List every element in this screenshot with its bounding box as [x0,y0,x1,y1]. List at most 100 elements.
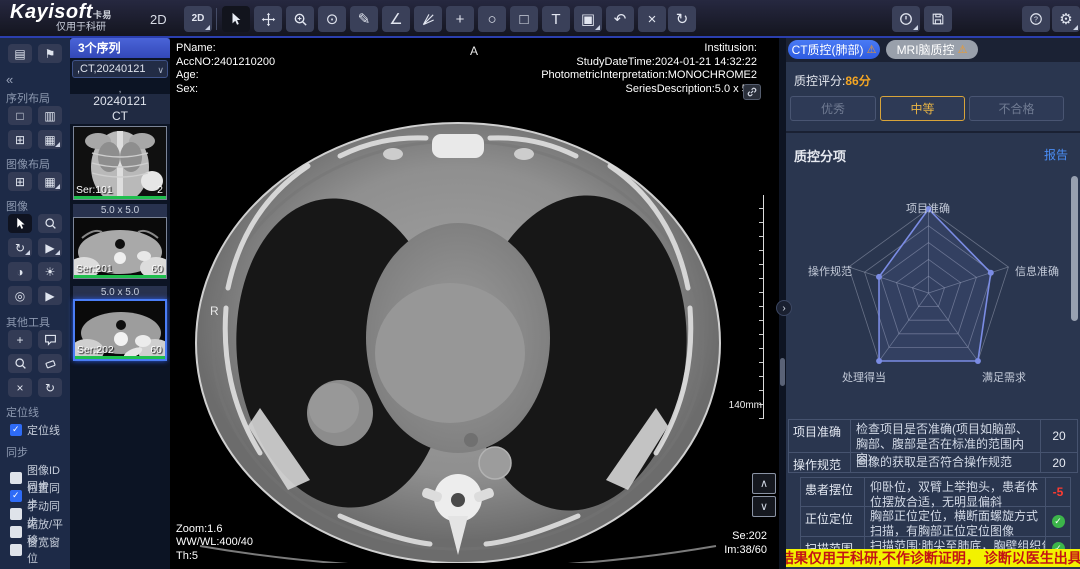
scale-ruler-label: 140mm [729,400,762,411]
patient-info-overlay: PName: AccNO:2401210200 Age: Sex: [176,42,275,96]
close-icon: × [16,381,23,395]
checkbox-box [10,424,22,436]
dropdown-corner [913,25,918,30]
study-group-header[interactable]: 20240121CT [70,94,170,124]
layout-1x2-button[interactable]: ▥ [38,106,62,125]
section-image: 图像 [6,198,28,214]
series-number: Ser:101 [76,184,113,196]
qc-subitem-name: 患者摆位 [801,478,865,506]
magnify-glass-tool-button[interactable] [8,354,32,373]
series-thumbnail-201[interactable]: 5.0 x 5.0 Ser:201 60 [73,204,167,279]
brightness-tool-button[interactable]: ☀ [38,262,62,281]
study-select[interactable]: ,CT,20240121∨ [72,60,168,78]
ct-axial-image[interactable] [190,108,725,563]
tab-ct-lung-qc[interactable]: CT质控(肺部)⚠ [788,40,880,59]
report-link[interactable]: 报告 [1044,146,1068,163]
2d-view-button[interactable]: 2D [184,6,212,32]
layout-3x3-icon: ▦ [44,133,55,147]
help-button[interactable]: ? [1022,6,1050,32]
qc-item-desc: 图像的获取是否符合操作规范 [851,453,1041,472]
chevron-down-icon: ∨ [760,500,768,513]
settings-button[interactable]: ⚙ [1052,6,1080,32]
dropdown-corner [25,250,30,255]
qc-scrollbar-thumb[interactable] [1071,176,1078,321]
series-thumbnail-202-selected[interactable]: 5.0 x 5.0 Ser:202 60 [73,286,167,361]
list-panel-icon: ▤ [14,47,25,61]
crosshair-tool-button[interactable]: + [8,330,32,349]
undo-button[interactable]: ↶ [606,6,634,32]
magnify-tool-button[interactable] [38,214,62,233]
layout-1x1-button[interactable]: □ [8,106,32,125]
reset-icon: ↻ [45,381,55,395]
wl-preset-button[interactable]: ▣ [574,6,602,32]
delete-tool-button[interactable]: × [8,378,32,397]
grade-excellent-button[interactable]: 优秀 [790,96,876,121]
scroll-up-button[interactable]: ∧ [752,473,776,494]
scroll-down-button[interactable]: ∨ [752,496,776,517]
layout-2x2-button[interactable]: ⊞ [8,130,32,149]
window-level-tool-button[interactable]: ⊙ [318,6,346,32]
cine-tool-button[interactable]: ▶ [38,238,62,257]
rotate-flip-tool-button[interactable]: ↻ [8,238,32,257]
reset-tool-button[interactable]: ↻ [38,378,62,397]
play-tool-button[interactable]: ▶ [38,286,62,305]
save-button[interactable] [924,6,952,32]
logo-text: Kayisoft卡易 [10,1,112,23]
qc-item-desc: 检查项目是否准确(项目如脑部、胸部、腹部是否在标准的范围内容) [851,420,1041,452]
section-other-tools: 其他工具 [6,314,50,330]
delete-annotation-button[interactable]: × [638,6,666,32]
annotation-tool-button[interactable] [38,330,62,349]
link-series-button[interactable] [743,84,761,100]
qc-subitem-desc: 胸部正位定位，横断面螺旋方式扫描，有胸部正位定位图像 [865,507,1046,536]
img-layout-2x2-button[interactable]: ⊞ [8,172,32,191]
about-button[interactable] [892,6,920,32]
image-viewport[interactable]: PName: AccNO:2401210200 Age: Sex: Instit… [170,38,779,569]
tab-mri-brain-qc[interactable]: MRI脑质控⚠ [886,40,978,59]
layout-3x3-button[interactable]: ▦ [38,130,62,149]
eraser-tool-button[interactable] [38,354,62,373]
flag-panel-button[interactable]: ⚑ [38,44,62,63]
qc-item-name: 操作规范 [789,453,851,472]
zoom-in-tool-button[interactable] [286,6,314,32]
thumbnail-image: Ser:201 60 [73,217,167,279]
probe-tool-button[interactable]: + [446,6,474,32]
target-tool-button[interactable]: ◎ [8,286,32,305]
section-image-layout: 图像布局 [6,156,50,172]
dropdown-corner [1073,25,1078,30]
grade-medium-button[interactable]: 中等 [880,96,965,121]
sync-window-checkbox[interactable]: 窗宽窗位 [10,534,70,566]
collapse-panel-handle[interactable]: › [776,300,792,316]
slice-thickness: Th:5 [176,550,253,564]
qc-item-score: 20 [1041,420,1077,452]
qc-score: 质控评分:86分 [794,72,871,89]
grade-fail-button[interactable]: 不合格 [969,96,1064,121]
thumbnail-image: Ser:101 2 [73,126,167,200]
invert-tool-button[interactable]: ◑ [8,262,32,281]
ellipse-roi-tool-button[interactable]: ○ [478,6,506,32]
cursor-tool-button[interactable] [222,6,250,32]
length-measure-tool-button[interactable]: ✎ [350,6,378,32]
text-annotation-tool-button[interactable]: T [542,6,570,32]
reset-button[interactable]: ↻ [668,6,696,32]
study-datetime: StudyDateTime:2024-01-21 14:32:22 [541,56,757,70]
cobb-angle-tool-button[interactable] [414,6,442,32]
table-row: 正位定位 胸部正位定位，横断面螺旋方式扫描，有胸部正位定位图像 ✓ [800,507,1071,537]
image-scrollbar-thumb[interactable] [780,358,785,386]
logo-cn-text: 卡易 [93,10,112,20]
qc-radar-chart [831,193,1026,388]
select-tool-button[interactable] [8,214,32,233]
series-thumbnail-101[interactable]: Ser:101 2 [73,126,167,200]
rectangle-roi-tool-button[interactable]: □ [510,6,538,32]
series-list-panel-button[interactable]: ▤ [8,44,32,63]
save-icon [931,12,945,26]
pan-tool-button[interactable] [254,6,282,32]
locator-line-checkbox[interactable]: 定位线 [10,422,60,438]
study-info-overlay: Institusion: StudyDateTime:2024-01-21 14… [541,42,757,96]
layout-1x2-icon: ▥ [44,109,55,123]
collapse-sidebar-button[interactable]: « [6,72,13,87]
close-icon: × [648,12,657,27]
dropdown-corner [55,142,60,147]
angle-tool-button[interactable]: ∠ [382,6,410,32]
orientation-anterior: A [470,44,478,58]
img-layout-3x3-button[interactable]: ▦ [38,172,62,191]
